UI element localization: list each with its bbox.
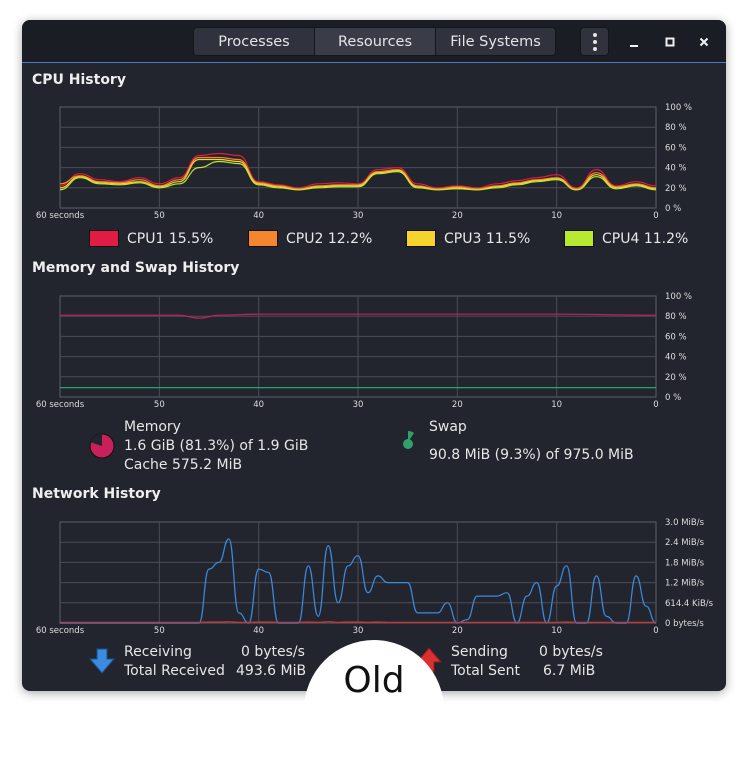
tab-processes[interactable]: Processes bbox=[193, 27, 314, 56]
menu-dot-icon bbox=[592, 32, 597, 37]
memory-swap-history-graph: 60 seconds 50 40 30 20 10 0 100 % 80 % 60 % 40 % 20… bbox=[36, 292, 692, 410]
maximize-icon bbox=[665, 37, 675, 47]
cpu-y-tick-label: 80 % bbox=[665, 123, 687, 133]
tab-file-systems[interactable]: File Systems bbox=[435, 27, 556, 56]
tab-resources[interactable]: Resources bbox=[314, 27, 435, 56]
memory-usage: 1.6 GiB (81.3%) of 1.9 GiB bbox=[124, 438, 309, 454]
memory-x-tick-label: 10 bbox=[551, 400, 562, 410]
swap-usage: 90.8 MiB (9.3%) of 975.0 MiB bbox=[429, 447, 634, 463]
memory-y-tick-label: 40 % bbox=[665, 353, 687, 363]
network-series-sending bbox=[60, 621, 656, 623]
network-y-tick-label: 0 bytes/s bbox=[665, 619, 704, 629]
maximize-button[interactable] bbox=[659, 31, 681, 53]
network-y-tick-label: 614.4 KiB/s bbox=[665, 599, 714, 609]
cpu-y-tick-label: 20 % bbox=[665, 184, 687, 194]
memory-y-tick-label: 100 % bbox=[665, 292, 692, 302]
cpu3-label: CPU3 bbox=[444, 230, 482, 247]
cpu2-label: CPU2 bbox=[286, 230, 324, 247]
total-received-value: 493.6 MiB bbox=[236, 663, 307, 679]
memory-x-tick-label: 30 bbox=[353, 400, 364, 410]
close-button[interactable] bbox=[693, 31, 715, 53]
cpu4-label: CPU4 bbox=[602, 230, 640, 247]
memory-y-tick-label: 60 % bbox=[665, 332, 687, 342]
cpu-x-tick-label: 50 bbox=[154, 211, 165, 221]
memory-label: Memory bbox=[124, 419, 181, 435]
network-x-tick-label: 40 bbox=[253, 626, 264, 636]
memory-x-tick-label: 20 bbox=[452, 400, 463, 410]
total-sent-label: Total Sent bbox=[451, 663, 521, 679]
memory-cache: Cache 575.2 MiB bbox=[124, 457, 243, 473]
cpu1-color-swatch[interactable] bbox=[89, 230, 119, 247]
cpu-x-tick-label: 30 bbox=[353, 211, 364, 221]
cpu1-value: 15.5% bbox=[168, 230, 214, 247]
network-history-graph: 60 seconds 50 40 30 20 10 0 3.0 MiB/s 2.4 MiB/s 1… bbox=[36, 518, 714, 636]
cpu4-legend[interactable]: CPU4 11.2% bbox=[564, 230, 688, 247]
cpu1-label: CPU1 bbox=[127, 230, 165, 247]
memory-x-tick-label: 40 bbox=[253, 400, 264, 410]
network-y-tick-label: 2.4 MiB/s bbox=[665, 538, 705, 548]
network-x-tick-label: 60 seconds bbox=[36, 626, 85, 636]
memory-x-tick-label: 60 seconds bbox=[36, 400, 85, 410]
memory-x-tick-label: 0 bbox=[653, 400, 658, 410]
cpu1-legend[interactable]: CPU1 15.5% bbox=[89, 230, 213, 247]
network-x-tick-label: 20 bbox=[452, 626, 463, 636]
receiving-value: 0 bytes/s bbox=[241, 644, 305, 660]
cpu4-color-swatch[interactable] bbox=[564, 230, 594, 247]
total-received-label: Total Received bbox=[124, 663, 225, 679]
cpu-x-tick-label: 10 bbox=[551, 211, 562, 221]
cpu2-color-swatch[interactable] bbox=[248, 230, 278, 247]
network-history-title: Network History bbox=[32, 486, 161, 502]
cpu-y-tick-label: 100 % bbox=[665, 103, 692, 113]
memory-pie-icon[interactable] bbox=[88, 432, 116, 460]
cpu3-color-swatch[interactable] bbox=[406, 230, 436, 247]
receiving-label: Receiving bbox=[124, 644, 192, 660]
network-x-tick-label: 50 bbox=[154, 626, 165, 636]
memory-y-tick-label: 20 % bbox=[665, 373, 687, 383]
old-badge-label: Old bbox=[343, 660, 405, 701]
header-bar: Processes Resources File Systems bbox=[22, 20, 726, 63]
close-icon bbox=[699, 37, 709, 47]
cpu-y-tick-label: 40 % bbox=[665, 164, 687, 174]
memory-y-tick-label: 0 % bbox=[665, 393, 681, 403]
cpu-x-tick-label: 40 bbox=[253, 211, 264, 221]
cpu-history-graph: 60 seconds 50 40 30 20 10 0 100 % 80 % 60 % 40 % 20… bbox=[36, 103, 692, 221]
minimize-button[interactable] bbox=[623, 31, 645, 53]
cpu4-value: 11.2% bbox=[643, 230, 689, 247]
main-menu-button[interactable] bbox=[580, 27, 609, 56]
cpu-y-tick-label: 60 % bbox=[665, 143, 687, 153]
swap-label: Swap bbox=[429, 419, 467, 435]
network-y-tick-label: 3.0 MiB/s bbox=[665, 518, 705, 528]
sending-label: Sending bbox=[451, 644, 508, 660]
network-y-tick-label: 1.8 MiB/s bbox=[665, 558, 705, 568]
cpu-x-tick-label: 20 bbox=[452, 211, 463, 221]
cpu2-value: 12.2% bbox=[327, 230, 373, 247]
cpu-x-tick-label: 0 bbox=[653, 211, 658, 221]
cpu2-legend[interactable]: CPU2 12.2% bbox=[248, 230, 372, 247]
cpu-x-tick-label: 60 seconds bbox=[36, 211, 85, 221]
cpu3-legend[interactable]: CPU3 11.5% bbox=[406, 230, 530, 247]
view-switcher: Processes Resources File Systems bbox=[193, 27, 556, 56]
menu-dot-icon bbox=[592, 39, 597, 44]
network-x-tick-label: 30 bbox=[353, 626, 364, 636]
cpu-history-title: CPU History bbox=[32, 72, 126, 88]
receiving-arrow-icon[interactable] bbox=[88, 647, 116, 675]
sending-value: 0 bytes/s bbox=[539, 644, 603, 660]
memory-x-tick-label: 50 bbox=[154, 400, 165, 410]
total-sent-value: 6.7 MiB bbox=[543, 663, 596, 679]
cpu3-value: 11.5% bbox=[485, 230, 531, 247]
network-x-tick-label: 10 bbox=[551, 626, 562, 636]
memory-history-title: Memory and Swap History bbox=[32, 260, 240, 276]
network-x-tick-label: 0 bbox=[653, 626, 658, 636]
memory-y-tick-label: 80 % bbox=[665, 312, 687, 322]
menu-dot-icon bbox=[592, 46, 597, 51]
network-y-tick-label: 1.2 MiB/s bbox=[665, 579, 705, 589]
swap-pie-icon[interactable] bbox=[399, 430, 419, 452]
minimize-icon bbox=[630, 45, 638, 47]
system-monitor-window: Processes Resources File Systems CPU His… bbox=[22, 20, 726, 691]
cpu-y-tick-label: 0 % bbox=[665, 204, 681, 214]
